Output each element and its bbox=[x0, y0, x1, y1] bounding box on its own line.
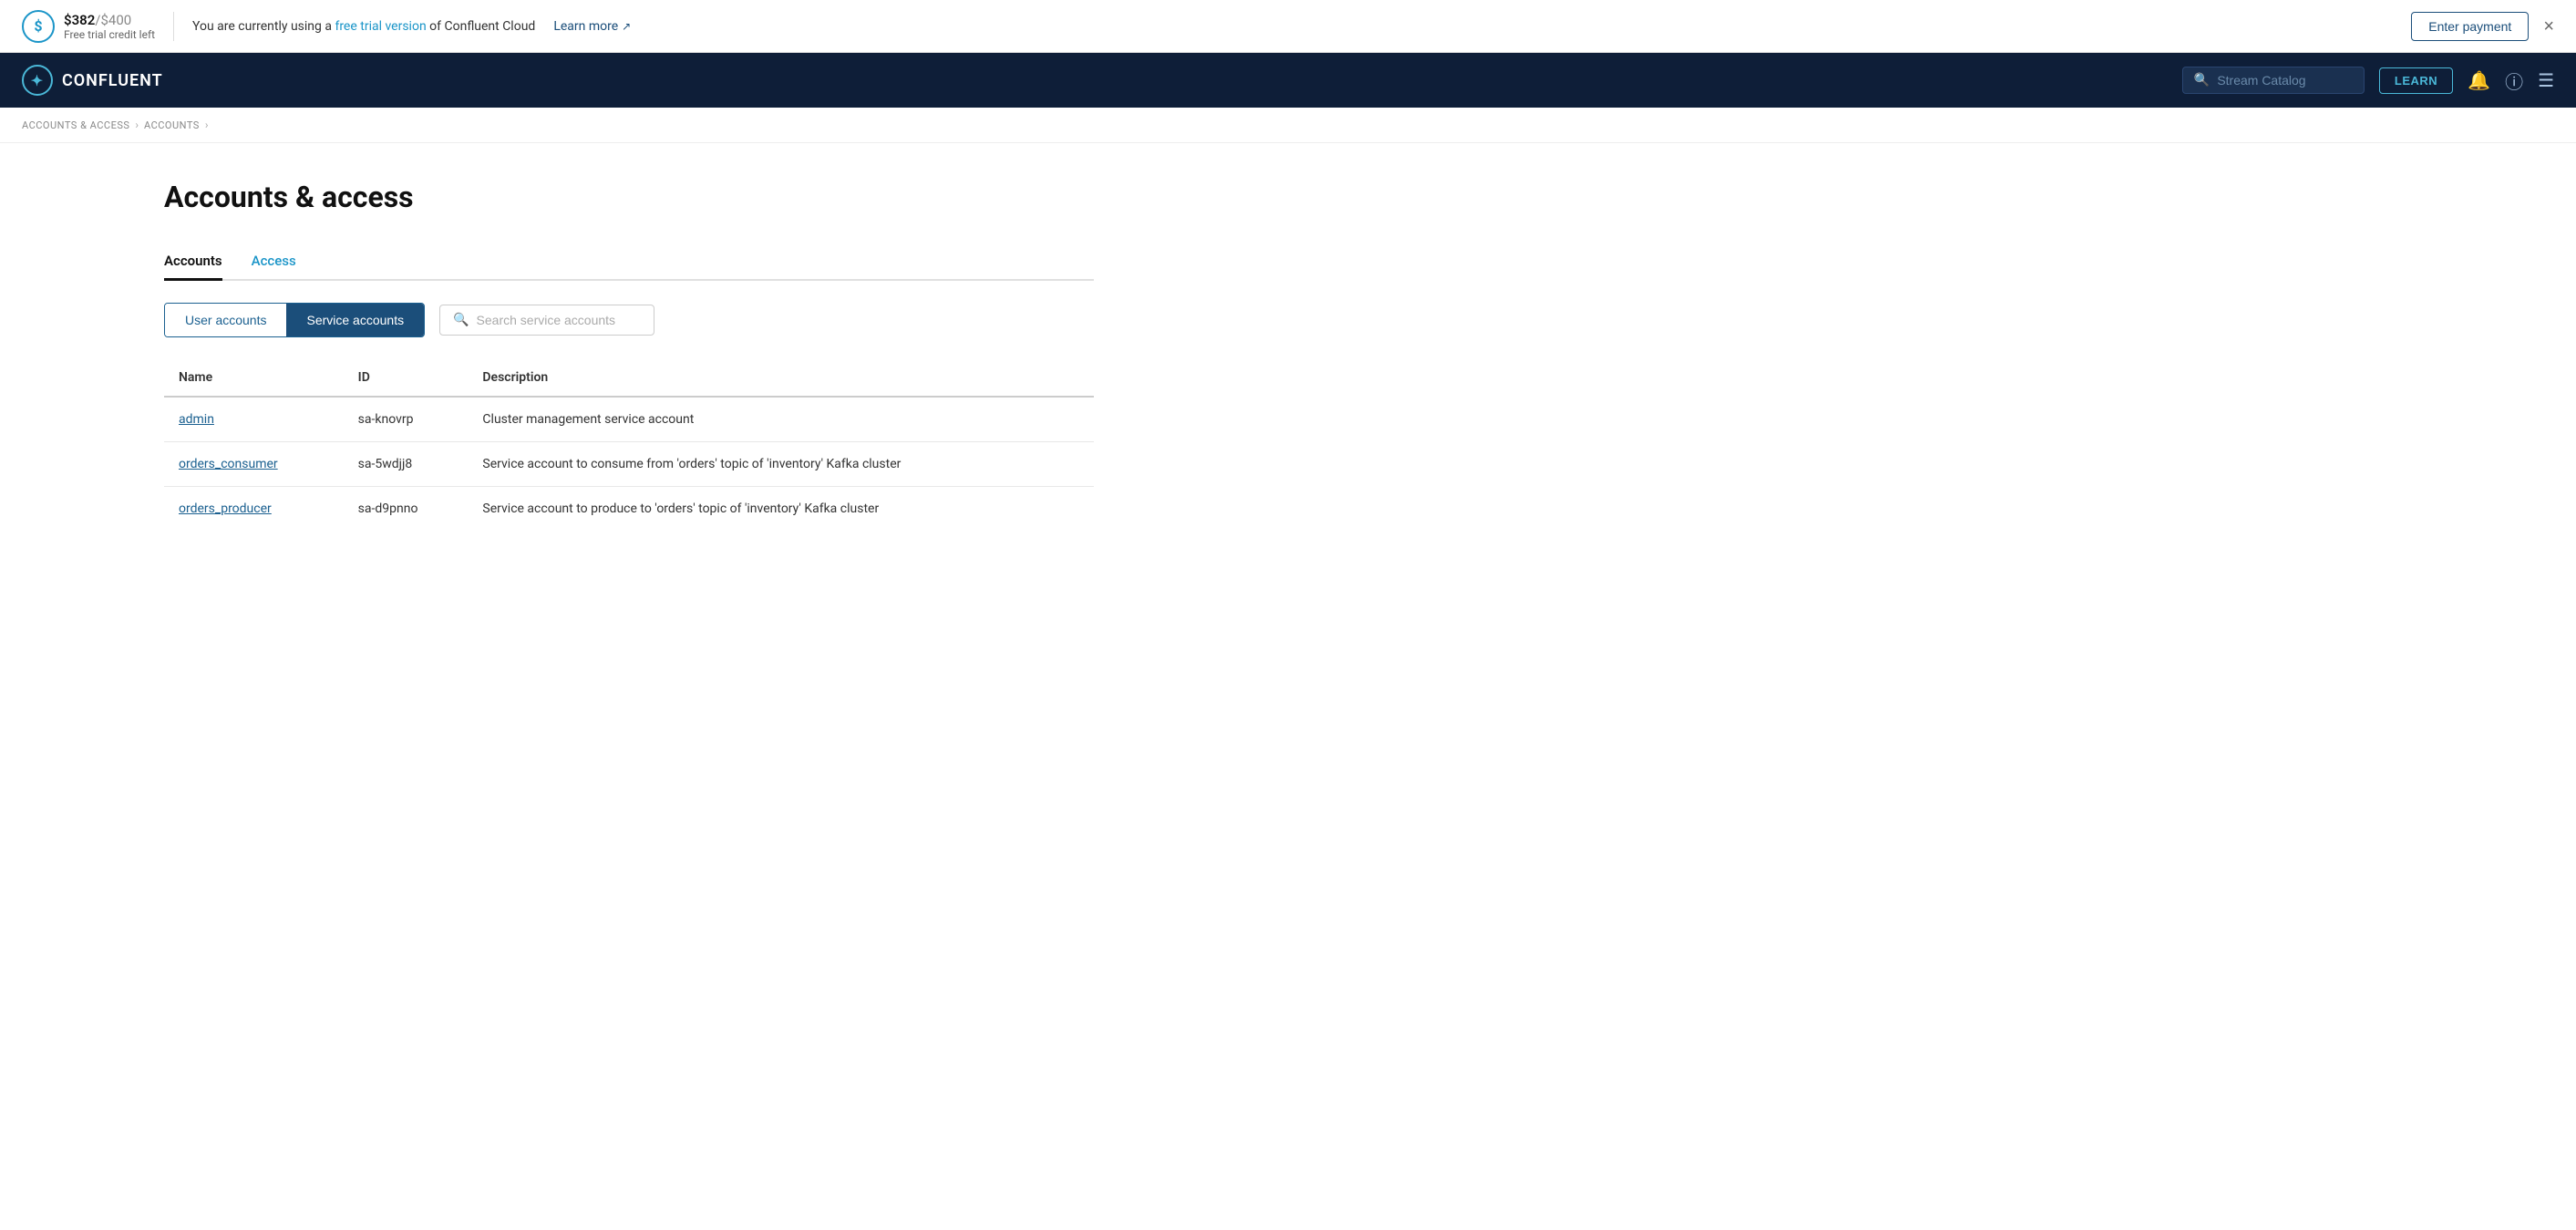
page-title: Accounts & access bbox=[164, 180, 1094, 214]
logo: ✦ CONFLUENT bbox=[22, 65, 163, 96]
divider bbox=[173, 12, 174, 41]
account-link-0[interactable]: admin bbox=[179, 412, 214, 427]
account-link-2[interactable]: orders_producer bbox=[179, 501, 272, 516]
table-row: orders_producer sa-d9pnno Service accoun… bbox=[164, 487, 1094, 532]
cell-id-1: sa-5wdjj8 bbox=[344, 442, 469, 487]
tab-accounts[interactable]: Accounts bbox=[164, 243, 222, 281]
trial-prefix: You are currently using a bbox=[192, 19, 335, 34]
col-description: Description bbox=[468, 359, 1094, 397]
cell-name-0: admin bbox=[164, 397, 344, 442]
breadcrumb-accounts-access[interactable]: ACCOUNTS & ACCESS bbox=[22, 119, 129, 131]
user-accounts-button[interactable]: User accounts bbox=[165, 304, 286, 336]
enter-payment-button[interactable]: Enter payment bbox=[2411, 12, 2529, 41]
confluent-logo-icon: ✦ bbox=[22, 65, 53, 96]
col-name: Name bbox=[164, 359, 344, 397]
menu-button[interactable]: ☰ bbox=[2538, 69, 2554, 92]
table-row: admin sa-knovrp Cluster management servi… bbox=[164, 397, 1094, 442]
accounts-controls: User accounts Service accounts 🔍 bbox=[164, 303, 1094, 337]
trial-suffix: of Confluent Cloud bbox=[427, 19, 536, 34]
credit-amount: $382/$400 bbox=[64, 12, 155, 28]
cell-name-1: orders_consumer bbox=[164, 442, 344, 487]
cell-id-2: sa-d9pnno bbox=[344, 487, 469, 532]
search-icon: 🔍 bbox=[2194, 73, 2210, 88]
service-accounts-search[interactable]: 🔍 bbox=[439, 305, 654, 336]
cell-description-1: Service account to consume from 'orders'… bbox=[468, 442, 1094, 487]
tab-access[interactable]: Access bbox=[252, 243, 296, 281]
credit-info: $ $382/$400 Free trial credit left bbox=[22, 10, 155, 43]
nav-right: 🔍 LEARN 🔔 ⓘ ☰ bbox=[2182, 67, 2554, 94]
cell-description-2: Service account to produce to 'orders' t… bbox=[468, 487, 1094, 532]
top-nav: ✦ CONFLUENT 🔍 LEARN 🔔 ⓘ ☰ bbox=[0, 53, 2576, 108]
dollar-icon: $ bbox=[22, 10, 55, 43]
bell-icon: 🔔 bbox=[2468, 69, 2490, 92]
external-link-icon: ↗ bbox=[622, 20, 631, 33]
trial-banner: $ $382/$400 Free trial credit left You a… bbox=[0, 0, 2576, 53]
logo-text: CONFLUENT bbox=[62, 71, 163, 90]
credit-details: $382/$400 Free trial credit left bbox=[64, 12, 155, 41]
table-header-row: Name ID Description bbox=[164, 359, 1094, 397]
accounts-table: Name ID Description admin sa-knovrp Clus… bbox=[164, 359, 1094, 531]
notifications-button[interactable]: 🔔 bbox=[2468, 69, 2490, 92]
breadcrumb: ACCOUNTS & ACCESS › ACCOUNTS › bbox=[0, 108, 2576, 143]
col-id: ID bbox=[344, 359, 469, 397]
close-banner-button[interactable]: × bbox=[2543, 17, 2554, 36]
hamburger-icon: ☰ bbox=[2538, 69, 2554, 92]
cell-id-0: sa-knovrp bbox=[344, 397, 469, 442]
breadcrumb-separator-2: › bbox=[205, 119, 209, 131]
stream-catalog-search[interactable]: 🔍 bbox=[2182, 67, 2365, 94]
breadcrumb-accounts[interactable]: ACCOUNTS bbox=[144, 119, 200, 131]
search-icon: 🔍 bbox=[453, 313, 469, 327]
account-type-toggle: User accounts Service accounts bbox=[164, 303, 425, 337]
credit-label: Free trial credit left bbox=[64, 28, 155, 41]
account-link-1[interactable]: orders_consumer bbox=[179, 457, 278, 471]
cell-description-0: Cluster management service account bbox=[468, 397, 1094, 442]
main-content: Accounts & access Accounts Access User a… bbox=[0, 143, 1276, 567]
learn-more-label: Learn more bbox=[553, 19, 618, 34]
help-button[interactable]: ⓘ bbox=[2505, 67, 2523, 94]
trial-message: You are currently using a free trial ver… bbox=[192, 19, 535, 34]
help-icon: ⓘ bbox=[2505, 67, 2523, 94]
table-row: orders_consumer sa-5wdjj8 Service accoun… bbox=[164, 442, 1094, 487]
main-tabs: Accounts Access bbox=[164, 243, 1094, 281]
breadcrumb-separator-1: › bbox=[135, 119, 139, 131]
search-input[interactable] bbox=[477, 313, 641, 327]
trial-banner-right: Enter payment × bbox=[2411, 12, 2554, 41]
learn-button[interactable]: LEARN bbox=[2379, 67, 2453, 94]
cell-name-2: orders_producer bbox=[164, 487, 344, 532]
trial-banner-left: $ $382/$400 Free trial credit left You a… bbox=[22, 10, 631, 43]
service-accounts-button[interactable]: Service accounts bbox=[286, 304, 424, 336]
learn-more-link[interactable]: Learn more ↗ bbox=[553, 19, 631, 34]
free-trial-link[interactable]: free trial version bbox=[335, 19, 426, 34]
stream-catalog-input[interactable] bbox=[2217, 73, 2344, 88]
